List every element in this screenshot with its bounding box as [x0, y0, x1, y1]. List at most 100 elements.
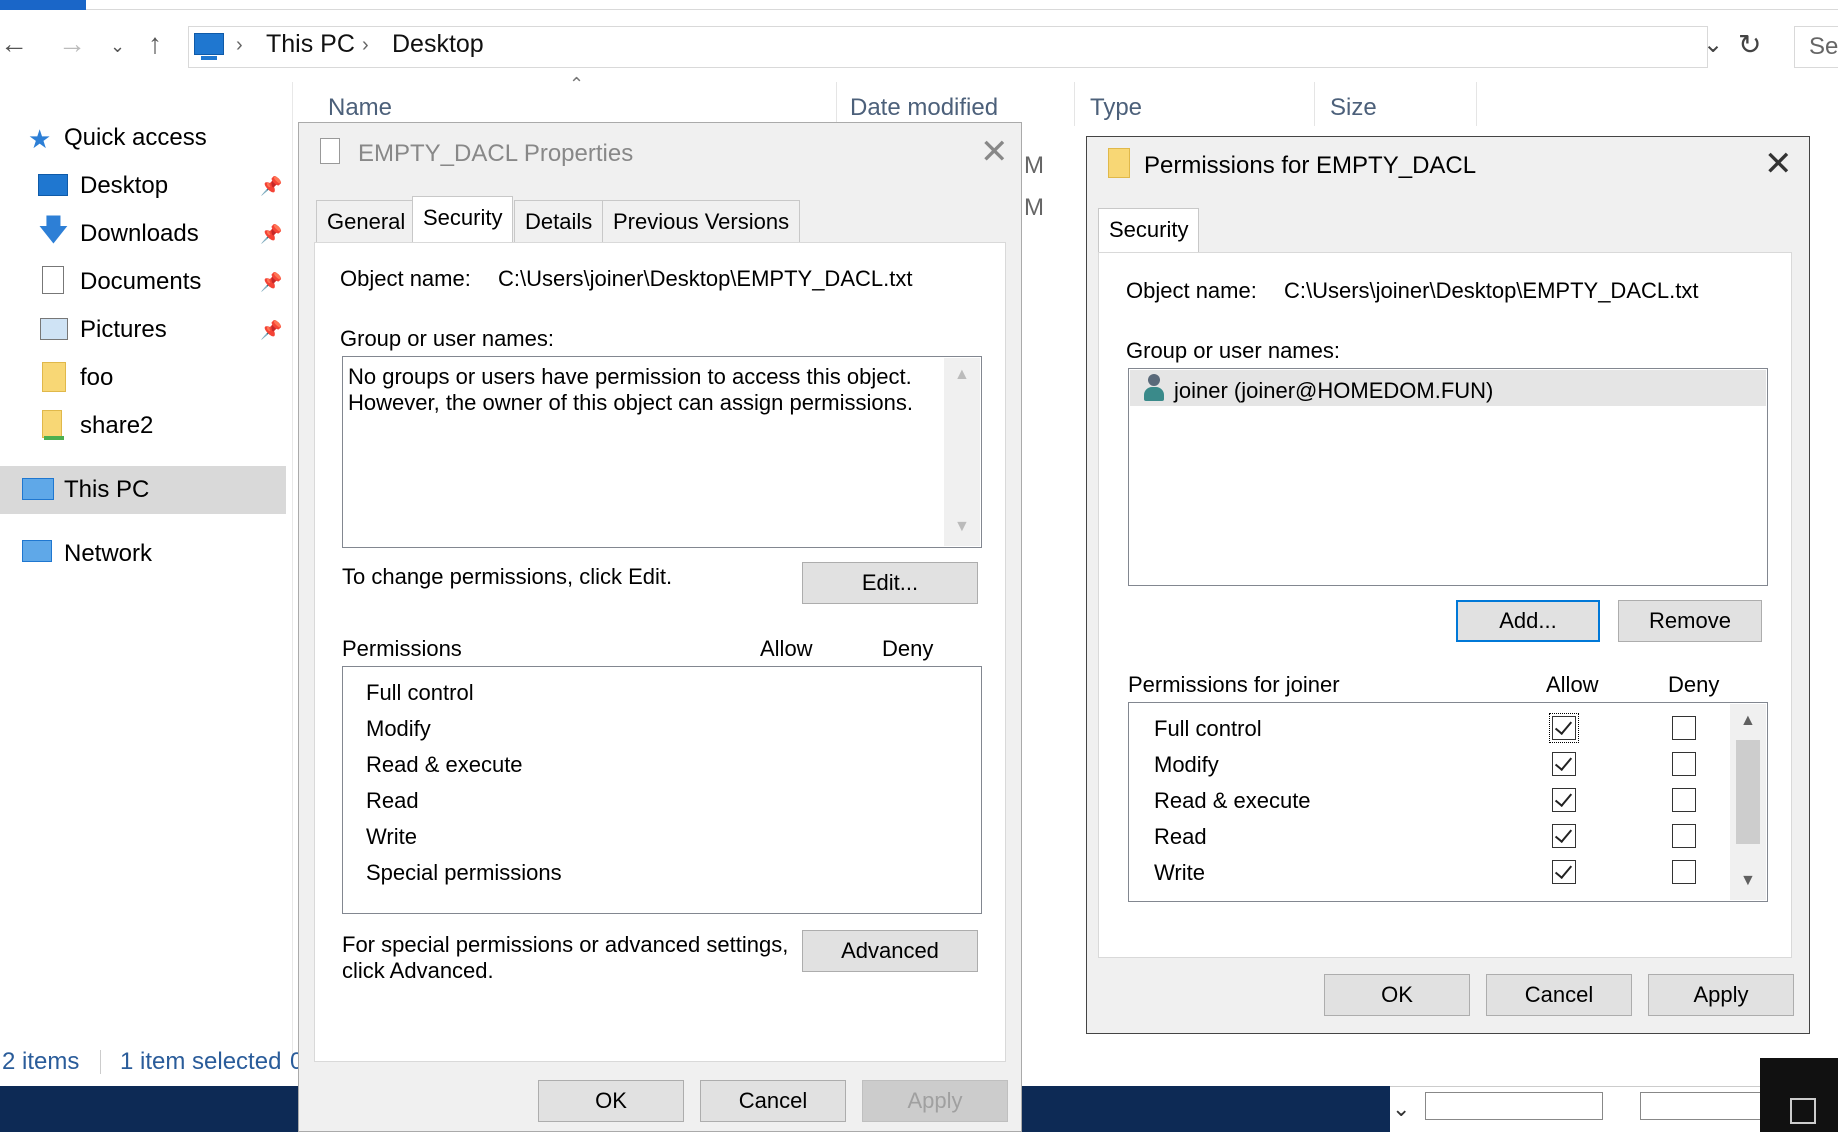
permission-special: Special permissions [366, 860, 562, 885]
scroll-up-arrow-icon[interactable]: ▲ [954, 366, 970, 384]
nav-share2[interactable]: share2 [80, 412, 153, 440]
object-name-value: C:\Users\joiner\Desktop\EMPTY_DACL.txt [498, 266, 913, 291]
no-groups-message-line2: However, the owner of this object can as… [348, 390, 913, 415]
nav-downloads[interactable]: Downloads [80, 220, 199, 248]
read-execute-deny-checkbox[interactable] [1672, 788, 1696, 812]
cancel-button[interactable]: Cancel [1486, 974, 1632, 1016]
object-name-value: C:\Users\joiner\Desktop\EMPTY_DACL.txt [1284, 278, 1699, 303]
up-arrow-icon[interactable]: ↑ [148, 28, 162, 60]
refresh-icon[interactable]: ↻ [1738, 28, 1761, 61]
full-control-allow-checkbox[interactable] [1549, 713, 1579, 743]
perm-row-label: Read [1154, 824, 1207, 849]
search-input[interactable]: Sea [1794, 26, 1838, 68]
nav-desktop[interactable]: Desktop [80, 172, 168, 200]
write-deny-checkbox[interactable] [1672, 860, 1696, 884]
column-header-date-modified[interactable]: Date modified [850, 94, 998, 122]
column-header-size[interactable]: Size [1330, 94, 1377, 122]
special-permissions-text-line1: For special permissions or advanced sett… [342, 932, 789, 957]
permission-full-control: Full control [366, 680, 474, 705]
pin-icon[interactable]: 📌 [260, 272, 282, 293]
breadcrumb-this-pc[interactable]: This PC [266, 30, 355, 59]
close-icon[interactable]: ✕ [1764, 144, 1793, 184]
tab-security[interactable]: Security [1098, 208, 1200, 254]
desktop-icon [38, 174, 68, 196]
permission-modify: Modify [366, 716, 431, 741]
forward-arrow-icon[interactable]: → [58, 28, 86, 60]
background-date-fragment: M [1024, 194, 1044, 221]
user-icon [1148, 374, 1160, 386]
edit-button[interactable]: Edit... [802, 562, 978, 604]
full-control-deny-checkbox[interactable] [1672, 716, 1696, 740]
ok-button[interactable]: OK [1324, 974, 1470, 1016]
network-icon [22, 540, 52, 562]
deny-column-label: Deny [1668, 672, 1720, 697]
scroll-down-arrow-icon[interactable]: ▼ [954, 518, 970, 536]
scroll-down-arrow-icon[interactable]: ▼ [1740, 872, 1756, 890]
read-allow-checkbox[interactable] [1552, 824, 1576, 848]
tab-general[interactable]: General [316, 200, 417, 242]
column-header-type[interactable]: Type [1090, 94, 1142, 122]
nav-documents[interactable]: Documents [80, 268, 201, 296]
advanced-button[interactable]: Advanced [802, 930, 978, 972]
group-user-names-label: Group or user names: [340, 326, 554, 351]
this-pc-nav-icon [22, 478, 54, 500]
scroll-up-arrow-icon[interactable]: ▲ [1740, 712, 1756, 730]
share-network-icon [44, 436, 64, 440]
apply-button[interactable]: Apply [862, 1080, 1008, 1122]
cancel-button[interactable]: Cancel [700, 1080, 846, 1122]
pin-icon[interactable]: 📌 [260, 176, 282, 197]
read-execute-allow-checkbox[interactable] [1552, 788, 1576, 812]
status-item-count: 2 items [2, 1048, 80, 1075]
nav-this-pc[interactable]: This PC [64, 476, 149, 504]
change-permissions-text: To change permissions, click Edit. [342, 564, 673, 589]
perm-row-label: Write [1154, 860, 1205, 885]
special-permissions-text-line2: click Advanced. [342, 958, 494, 983]
title-divider [86, 9, 1838, 10]
apply-button[interactable]: Apply [1648, 974, 1794, 1016]
nav-foo[interactable]: foo [80, 364, 113, 392]
nav-network[interactable]: Network [64, 540, 152, 568]
documents-icon [42, 266, 64, 294]
properties-dialog-title: EMPTY_DACL Properties [358, 140, 634, 167]
notification-icon[interactable] [1790, 1098, 1816, 1124]
nav-pictures[interactable]: Pictures [80, 316, 167, 344]
write-allow-checkbox[interactable] [1552, 860, 1576, 884]
column-separator [836, 82, 837, 126]
scrollbar-thumb[interactable] [1736, 740, 1760, 844]
ok-button[interactable]: OK [538, 1080, 684, 1122]
column-separator [1476, 82, 1477, 126]
recent-chevron-down-icon[interactable]: ⌄ [110, 36, 125, 57]
address-chevron-down-icon[interactable]: ⌄ [1703, 30, 1723, 59]
close-icon[interactable]: ✕ [980, 132, 1009, 172]
object-name-label: Object name: [340, 266, 471, 291]
status-selected-count: 1 item selected [120, 1048, 282, 1075]
tab-details[interactable]: Details [514, 200, 604, 242]
pictures-icon [40, 318, 68, 340]
folder-icon [1108, 148, 1130, 178]
read-deny-checkbox[interactable] [1672, 824, 1696, 848]
remove-button[interactable]: Remove [1618, 600, 1762, 642]
modify-deny-checkbox[interactable] [1672, 752, 1696, 776]
breadcrumb-desktop[interactable]: Desktop [392, 30, 484, 59]
user-joiner[interactable]: joiner (joiner@HOMEDOM.FUN) [1174, 378, 1493, 404]
pin-icon[interactable]: 📌 [260, 224, 282, 245]
tray-chevron-down-icon[interactable]: ⌄ [1392, 1096, 1410, 1122]
pin-icon[interactable]: 📌 [260, 320, 282, 341]
permission-read-execute: Read & execute [366, 752, 523, 777]
star-icon: ★ [28, 124, 52, 154]
column-header-name[interactable]: Name [328, 94, 392, 122]
group-user-names-label: Group or user names: [1126, 338, 1340, 363]
tab-security[interactable]: Security [412, 196, 514, 242]
column-separator [1314, 82, 1315, 126]
modify-allow-checkbox[interactable] [1552, 752, 1576, 776]
perm-row-label: Modify [1154, 752, 1219, 777]
back-arrow-icon[interactable]: ← [0, 28, 28, 60]
no-groups-message-line1: No groups or users have permission to ac… [348, 364, 912, 389]
tab-previous-versions[interactable]: Previous Versions [602, 200, 801, 242]
text-file-icon [320, 138, 340, 164]
object-name-label: Object name: [1126, 278, 1257, 303]
allow-column-label: Allow [760, 636, 813, 661]
add-button[interactable]: Add... [1456, 600, 1600, 642]
permission-read: Read [366, 788, 419, 813]
nav-quick-access[interactable]: Quick access [64, 124, 207, 152]
